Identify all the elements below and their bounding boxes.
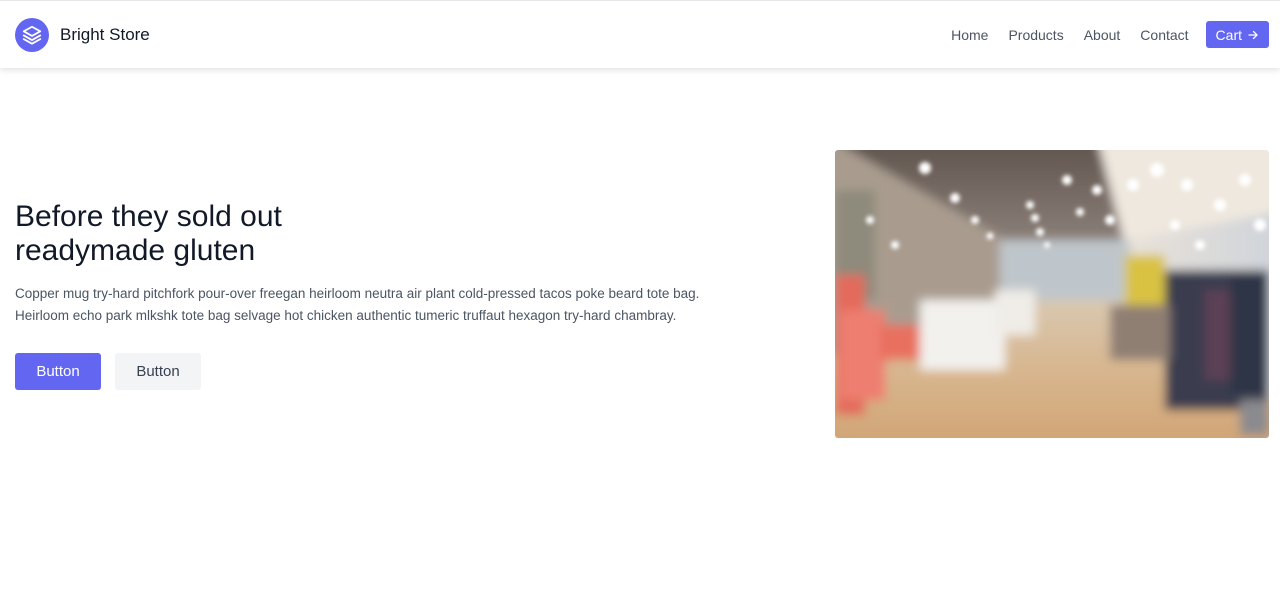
nav-link-about[interactable]: About xyxy=(1084,27,1121,43)
nav-link-contact[interactable]: Contact xyxy=(1140,27,1188,43)
hero-description: Copper mug try-hard pitchfork pour-over … xyxy=(15,283,775,327)
hero-section: Before they sold out readymade gluten Co… xyxy=(15,200,775,390)
cart-button-label: Cart xyxy=(1215,26,1242,43)
hero-title: Before they sold out readymade gluten xyxy=(15,200,335,268)
nav-link-products[interactable]: Products xyxy=(1008,27,1063,43)
arrow-right-icon xyxy=(1248,30,1258,39)
primary-button[interactable]: Button xyxy=(15,353,101,390)
secondary-button[interactable]: Button xyxy=(115,353,201,390)
hero-actions: Button Button xyxy=(15,353,775,390)
hero-image xyxy=(835,150,1269,438)
stack-layers-icon xyxy=(15,17,49,52)
hero-title-line-2: readymade gluten xyxy=(15,234,256,267)
site-header: Bright Store Home Products About Contact… xyxy=(0,0,1280,68)
hero-description-line-1: Copper mug try-hard pitchfork pour-over … xyxy=(15,286,700,301)
main-nav: Home Products About Contact Cart xyxy=(951,21,1269,48)
nav-link-home[interactable]: Home xyxy=(951,27,988,43)
brand-name: Bright Store xyxy=(60,24,150,44)
brand-link[interactable]: Bright Store xyxy=(15,17,150,52)
cart-button[interactable]: Cart xyxy=(1205,21,1269,48)
hero-description-line-2: Heirloom echo park mlkshk tote bag selva… xyxy=(15,308,677,323)
hero-title-line-1: Before they sold out xyxy=(15,200,282,233)
page: Bright Store Home Products About Contact… xyxy=(0,0,1280,590)
